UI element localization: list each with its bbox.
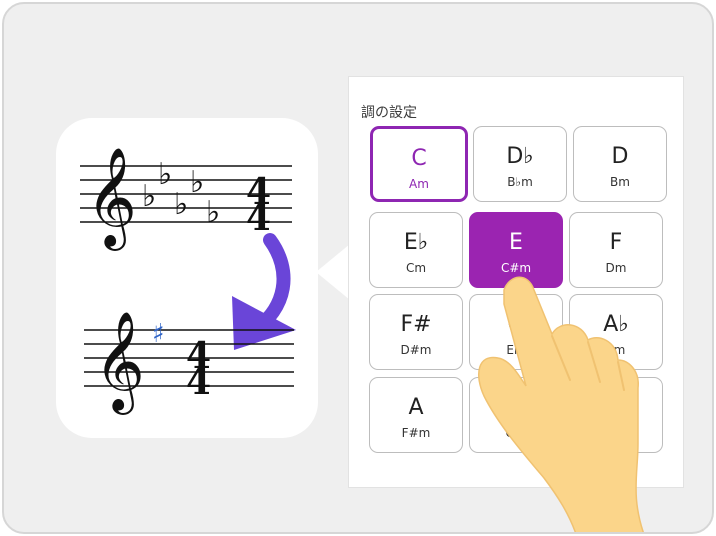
key-major-label: E [509, 230, 523, 255]
key-major-label: D [611, 144, 629, 169]
key-button-b[interactable]: B G#m [569, 377, 663, 453]
treble-clef-icon: 𝄞 [94, 311, 145, 415]
key-major-label: E♭ [403, 230, 429, 255]
key-minor-label: F#m [401, 426, 431, 440]
time-signature-bottom: 4 [186, 361, 211, 403]
bubble-tail [316, 244, 350, 300]
staff-before: 𝄞 ♭ ♭ ♭ ♭ ♭ 4 4 [80, 147, 292, 251]
sharp-icon: ♯ [152, 319, 165, 349]
key-minor-label: Bm [610, 175, 630, 189]
key-minor-label: Cm [405, 261, 427, 275]
key-minor-label: Dm [605, 261, 627, 275]
key-button-f[interactable]: F Dm [569, 212, 663, 288]
svg-text:♭: ♭ [158, 157, 172, 192]
key-major-label: B♭ [503, 395, 529, 420]
key-button-d[interactable]: D Bm [573, 126, 667, 202]
key-button-d-flat[interactable]: D♭ B♭m [473, 126, 567, 202]
key-major-label: A [408, 395, 424, 420]
key-minor-label: Gm [505, 426, 527, 440]
curved-arrow-icon [232, 233, 296, 350]
key-minor-label: G#m [600, 426, 632, 440]
key-minor-label: D#m [400, 343, 432, 357]
key-button-e-flat[interactable]: E♭ Cm [369, 212, 463, 288]
notation-bubble: 𝄞 ♭ ♭ ♭ ♭ ♭ 4 4 𝄞 ♯ 4 4 [56, 118, 318, 438]
key-button-a[interactable]: A F#m [369, 377, 463, 453]
svg-text:♭: ♭ [142, 179, 156, 214]
treble-clef-icon: 𝄞 [86, 147, 137, 251]
key-major-label: D♭ [506, 144, 534, 169]
key-button-g[interactable]: G Em [469, 294, 563, 370]
key-major-label: A♭ [603, 312, 629, 337]
staff-diagram: 𝄞 ♭ ♭ ♭ ♭ ♭ 4 4 𝄞 ♯ 4 4 [80, 147, 296, 415]
key-major-label: G [507, 312, 525, 337]
key-major-label: B [608, 395, 624, 420]
key-button-f-sharp[interactable]: F# D#m [369, 294, 463, 370]
svg-text:♭: ♭ [206, 195, 220, 230]
key-button-e[interactable]: E C#m [469, 212, 563, 288]
key-major-label: F [609, 230, 623, 255]
svg-text:♭: ♭ [190, 165, 204, 200]
time-signature-bottom: 4 [246, 197, 271, 239]
key-button-b-flat[interactable]: B♭ Gm [469, 377, 563, 453]
key-minor-label: C#m [500, 261, 532, 275]
key-settings-panel: 調の設定 C Am D♭ B♭m D Bm E♭ Cm E C#m F Dm F… [348, 76, 684, 488]
key-major-label: C [411, 146, 427, 171]
key-button-c[interactable]: C Am [370, 126, 468, 202]
panel-title: 調の設定 [361, 105, 417, 121]
key-minor-label: Fm [606, 343, 626, 357]
key-minor-label: Am [409, 177, 429, 191]
key-minor-label: B♭m [507, 175, 533, 189]
key-minor-label: Em [506, 343, 526, 357]
illustration-frame: 𝄞 ♭ ♭ ♭ ♭ ♭ 4 4 𝄞 ♯ 4 4 調の設定 C Am D♭ B♭m… [2, 2, 714, 534]
svg-text:♭: ♭ [174, 187, 188, 222]
key-button-a-flat[interactable]: A♭ Fm [569, 294, 663, 370]
key-major-label: F# [400, 312, 432, 337]
